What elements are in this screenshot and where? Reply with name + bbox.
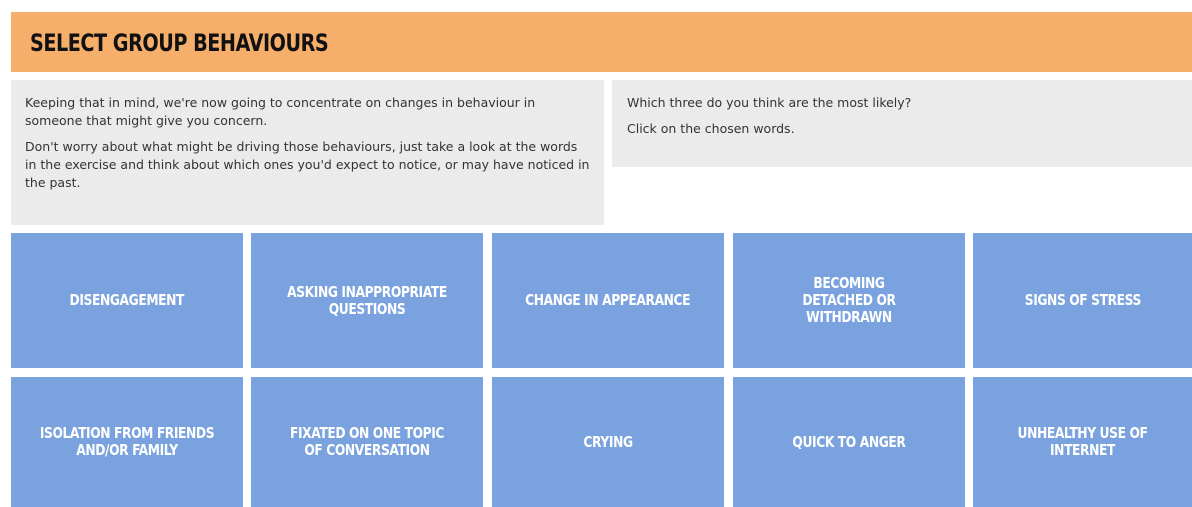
option-label: DISENGAGEMENT [69,291,185,309]
option-label: ASKING INAPPROPRIATE QUESTIONS [287,282,447,318]
page-title: SELECT GROUP BEHAVIOURS [30,29,329,57]
option-label: BECOMING DETACHED OR WITHDRAWN [802,274,896,326]
instructions-question: Which three do you think are the most li… [627,95,912,110]
intro-paragraph-1: Keeping that in mind, we're now going to… [25,95,536,128]
behaviour-options-grid: DISENGAGEMENT ASKING INAPPROPRIATE QUEST… [11,233,1192,507]
option-label: SIGNS OF STRESS [1024,291,1141,309]
option-tile-becoming-detached[interactable]: BECOMING DETACHED OR WITHDRAWN [733,233,965,368]
option-label: QUICK TO ANGER [792,432,906,451]
page-header: SELECT GROUP BEHAVIOURS [11,12,1192,72]
option-label: FIXATED ON ONE TOPIC OF CONVERSATION [289,424,445,459]
intro-panel: Keeping that in mind, we're now going to… [11,80,604,225]
option-tile-signs-of-stress[interactable]: SIGNS OF STRESS [973,233,1192,368]
option-tile-fixated[interactable]: FIXATED ON ONE TOPIC OF CONVERSATION [251,377,483,507]
option-tile-asking-inappropriate-questions[interactable]: ASKING INAPPROPRIATE QUESTIONS [251,233,483,368]
option-label: ISOLATION FROM FRIENDS AND/OR FAMILY [39,424,215,459]
option-tile-unhealthy-internet[interactable]: UNHEALTHY USE OF INTERNET [973,377,1192,507]
option-label: CHANGE IN APPEARANCE [525,291,691,309]
instructions-action: Click on the chosen words. [627,121,795,136]
option-tile-isolation[interactable]: ISOLATION FROM FRIENDS AND/OR FAMILY [11,377,243,507]
option-tile-change-in-appearance[interactable]: CHANGE IN APPEARANCE [492,233,724,368]
option-label: CRYING [583,432,633,451]
option-tile-disengagement[interactable]: DISENGAGEMENT [11,233,243,368]
option-tile-crying[interactable]: CRYING [492,377,724,507]
option-label: UNHEALTHY USE OF INTERNET [1017,424,1148,459]
instructions-panel: Which three do you think are the most li… [612,80,1192,167]
option-tile-quick-to-anger[interactable]: QUICK TO ANGER [733,377,965,507]
intro-paragraph-2: Don't worry about what might be driving … [25,139,590,190]
